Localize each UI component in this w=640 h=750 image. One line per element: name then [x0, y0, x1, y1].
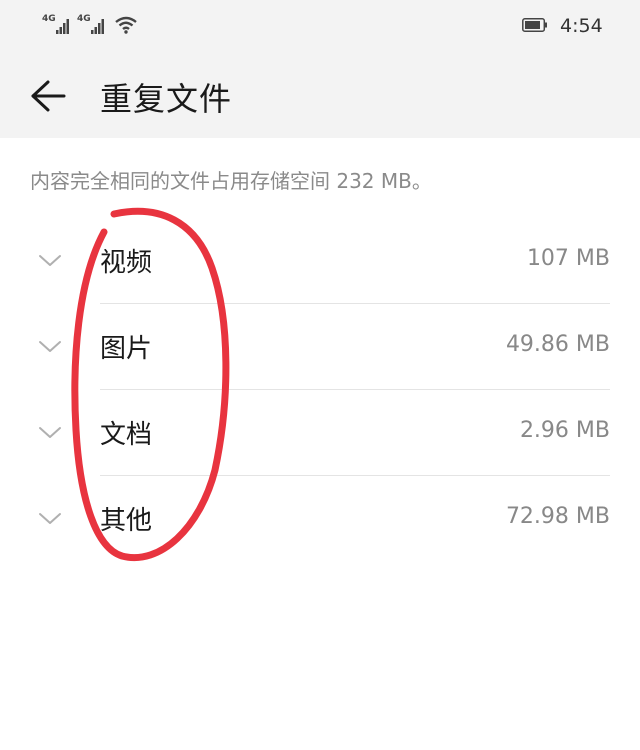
category-row-others[interactable]: 其他 72.98 MB [0, 476, 640, 562]
chevron-down-icon [39, 255, 61, 266]
category-label: 图片 [100, 334, 153, 364]
category-label: 文档 [100, 420, 153, 450]
category-size: 2.96 MB [519, 418, 610, 443]
chevron-down-icon [39, 513, 61, 524]
category-row-images[interactable]: 图片 49.86 MB [0, 304, 640, 390]
clock: 4:54 [560, 15, 603, 37]
category-label: 其他 [100, 506, 153, 536]
page-title: 重复文件 [100, 80, 233, 118]
back-arrow-icon[interactable] [28, 78, 68, 114]
chevron-down-icon [39, 427, 61, 438]
category-size: 107 MB [526, 246, 610, 271]
category-row-videos[interactable]: 视频 107 MB [0, 218, 640, 304]
category-row-documents[interactable]: 文档 2.96 MB [0, 390, 640, 476]
status-bar: 4G 4G 4:54 [0, 0, 640, 54]
app-bar: 重复文件 [0, 54, 640, 138]
category-label: 视频 [100, 248, 153, 278]
category-size: 49.86 MB [505, 332, 610, 357]
wifi-icon [115, 16, 137, 34]
storage-summary: 内容完全相同的文件占用存储空间 232 MB。 [30, 169, 432, 193]
category-size: 72.98 MB [505, 504, 610, 529]
category-list: 视频 107 MB 图片 49.86 MB 文档 2.96 MB 其他 72.9… [0, 218, 640, 562]
battery-icon [522, 18, 547, 32]
chevron-down-icon [39, 341, 61, 352]
